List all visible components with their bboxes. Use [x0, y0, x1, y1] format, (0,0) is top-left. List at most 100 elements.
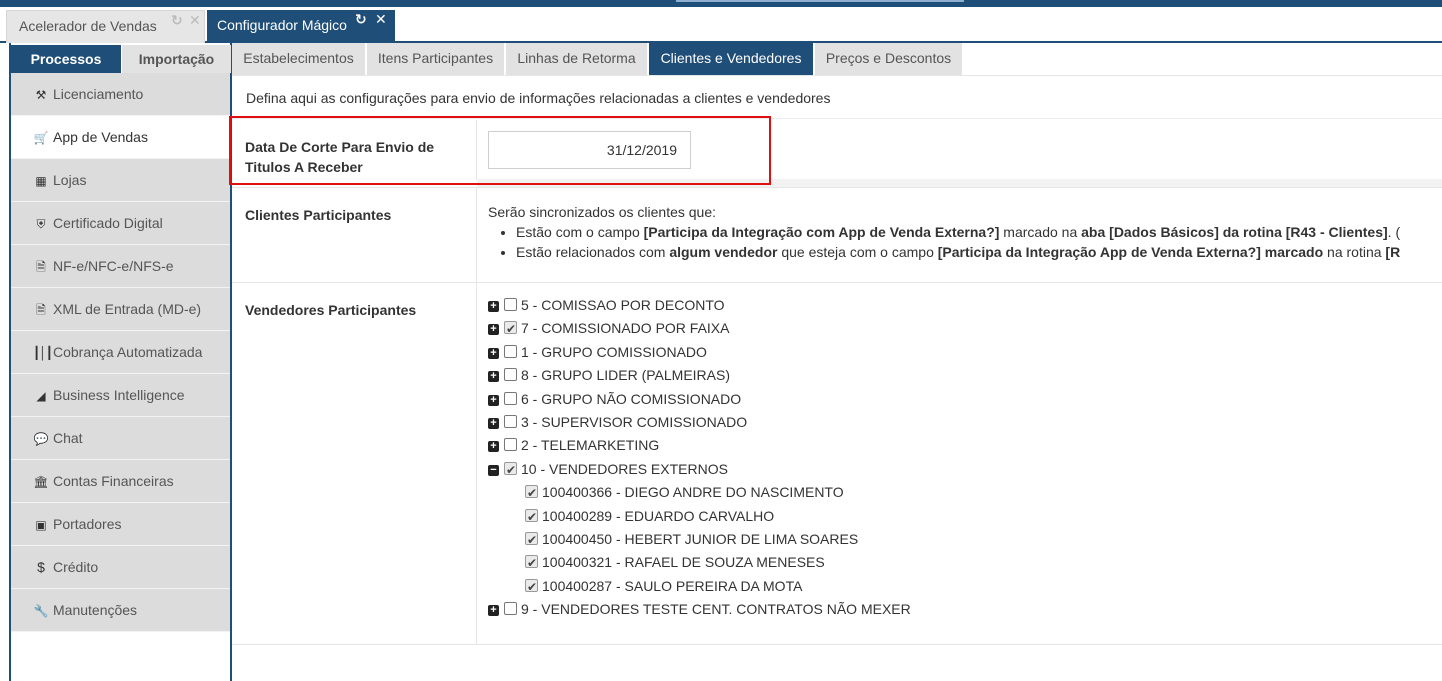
tab-processos[interactable]: Processos [11, 45, 121, 73]
sidebar-item-label: Chat [53, 430, 83, 446]
sidebar-item-xml-de-entrada[interactable]: 🗎 XML de Entrada (MD-e) [11, 288, 230, 331]
sellers-tree: +5 - COMISSAO POR DECONTO +7 - COMISSION… [488, 295, 1438, 622]
tab-importacao[interactable]: Importação [121, 45, 231, 73]
checkbox[interactable] [504, 319, 517, 339]
expand-icon[interactable]: + [488, 347, 499, 359]
group-label: 9 - VENDEDORES TESTE CENT. CONTRATOS NÃO… [521, 601, 911, 618]
seller-label: 100400287 - SAULO PEREIRA DA MOTA [542, 577, 803, 594]
seller-label: 100400321 - RAFAEL DE SOUZA MENESES [542, 554, 825, 571]
tab-itens-participantes[interactable]: Itens Participantes [367, 43, 505, 75]
tab-estabelecimentos[interactable]: Estabelecimentos [232, 43, 366, 75]
group-label: 2 - TELEMARKETING [521, 437, 660, 454]
sidebar-item-chat[interactable]: 💬 Chat [11, 417, 230, 460]
refresh-icon[interactable]: ↻ [355, 10, 367, 28]
expand-icon[interactable]: + [488, 394, 499, 406]
checkbox[interactable] [525, 577, 538, 597]
tree-node: +3 - SUPERVISOR COMISSIONADO [488, 412, 1438, 435]
document-icon: 🗎 [36, 260, 46, 274]
checkbox[interactable] [504, 298, 517, 311]
refresh-icon[interactable]: ↻ [171, 11, 183, 29]
sidebar-item-label: XML de Entrada (MD-e) [53, 301, 202, 317]
expand-icon[interactable]: + [488, 324, 499, 336]
checkbox[interactable] [525, 530, 538, 550]
tab-clientes-e-vendedores[interactable]: Clientes e Vendedores [649, 43, 814, 75]
top-bar-accent [676, 0, 964, 2]
expand-icon[interactable]: + [488, 371, 499, 383]
tab-acelerador-de-vendas[interactable]: Acelerador de Vendas ↻ ✕ [6, 10, 205, 43]
expand-icon[interactable]: + [488, 605, 499, 617]
checkbox[interactable] [525, 553, 538, 573]
row-divider [232, 187, 1442, 188]
group-label: 6 - GRUPO NÃO COMISSIONADO [521, 390, 742, 407]
checkbox[interactable] [504, 368, 517, 382]
sidebar-item-certificado-digital[interactable]: ⛨ Certificado Digital [11, 202, 230, 245]
dollar-icon: $ [37, 559, 45, 575]
rule-text: na rotina [1323, 244, 1386, 260]
group-label: 8 - GRUPO LIDER (PALMEIRAS) [521, 367, 731, 384]
tab-label: Configurador Mágico [217, 17, 347, 33]
sidebar-item-credito[interactable]: $ Crédito [11, 546, 230, 589]
sidebar-item-licenciamento[interactable]: ⚒ Licenciamento [11, 73, 230, 116]
checkbox[interactable] [504, 391, 517, 405]
sidebar-item-business-intelligence[interactable]: ◢ Business Intelligence [11, 374, 230, 417]
sidebar-item-nfe[interactable]: 🗎 NF-e/NFC-e/NFS-e [11, 245, 230, 288]
sidebar-item-portadores[interactable]: ▣ Portadores [11, 503, 230, 546]
sidebar-item-manutencoes[interactable]: 🔧 Manutenções [11, 589, 230, 632]
sidebar-item-contas-financeiras[interactable]: 🏛 Contas Financeiras [11, 460, 230, 503]
group-label: 1 - GRUPO COMISSIONADO [521, 343, 707, 360]
tree-child-node: 100400287 - SAULO PEREIRA DA MOTA [488, 576, 1438, 599]
expand-icon[interactable]: + [488, 441, 499, 453]
column-divider [476, 188, 477, 282]
tab-linhas-de-retorma[interactable]: Linhas de Retorma [506, 43, 648, 75]
clients-label: Clientes Participantes [245, 207, 392, 223]
left-panel: Processos Importação ⚒ Licenciamento 🛒 App… [9, 43, 232, 681]
rule-text: Estão com o campo [516, 224, 644, 240]
tree-child-node: 100400450 - HEBERT JUNIOR DE LIMA SOARES [488, 529, 1438, 552]
expand-icon[interactable]: + [488, 417, 499, 429]
sellers-label: Vendedores Participantes [245, 302, 417, 318]
column-divider [476, 120, 477, 180]
checkbox[interactable] [504, 344, 517, 358]
rule-routine: aba [Dados Básicos] da rotina [R43 - Cli… [1081, 224, 1388, 240]
checkbox[interactable] [525, 483, 538, 503]
rule-field: [Participa da Integração com App de Vend… [643, 224, 1000, 240]
left-panel-tabs: Processos Importação [11, 45, 231, 73]
tree-node: +8 - GRUPO LIDER (PALMEIRAS) [488, 365, 1438, 388]
tab-configurador-magico[interactable]: Configurador Mágico ↻ ✕ [207, 10, 395, 43]
checkbox[interactable] [525, 507, 538, 527]
clients-rules: Serão sincronizados os clientes que: Est… [488, 202, 1442, 262]
sidebar-item-app-de-vendas[interactable]: 🛒 App de Vendas [11, 116, 230, 159]
checkbox[interactable] [504, 414, 517, 428]
close-icon[interactable]: ✕ [189, 11, 201, 29]
checkbox[interactable] [504, 602, 517, 616]
highlight-box [229, 116, 771, 185]
clients-rule-2: Estão relacionados com algum vendedor qu… [516, 242, 1442, 262]
clients-intro: Serão sincronizados os clientes que: [488, 204, 717, 220]
column-divider [476, 283, 477, 644]
tree-node: +1 - GRUPO COMISSIONADO [488, 342, 1438, 365]
row-divider [232, 282, 1442, 283]
sidebar-item-lojas[interactable]: ▦ Lojas [11, 159, 230, 202]
rule-field: [Participa da Integração App de Venda Ex… [937, 244, 1324, 260]
sidebar-menu: ⚒ Licenciamento 🛒 App de Vendas ▦ Lojas ⛨ Ce… [11, 73, 230, 632]
rule-routine: [R [1385, 244, 1401, 260]
tree-child-node: 100400289 - EDUARDO CARVALHO [488, 506, 1438, 529]
top-app-bar [0, 0, 1442, 7]
seller-label: 100400450 - HEBERT JUNIOR DE LIMA SOARES [542, 530, 859, 547]
sidebar-item-label: Cobrança Automatizada [53, 344, 203, 360]
sidebar-item-cobranca-automatizada[interactable]: ┃│┃Cobrança Automatizada [11, 331, 230, 374]
tab-precos-e-descontos[interactable]: Preços e Descontos [815, 43, 963, 75]
close-icon[interactable]: ✕ [375, 10, 387, 28]
tab-label: Acelerador de Vendas [19, 18, 157, 34]
window-tab-bar: Acelerador de Vendas ↻ ✕ Configurador Má… [0, 7, 1442, 43]
collapse-icon[interactable]: − [488, 464, 499, 476]
sidebar-item-label: Certificado Digital [53, 215, 163, 231]
expand-icon[interactable]: + [488, 301, 499, 312]
sidebar-item-label: Licenciamento [53, 86, 144, 102]
seller-label: 100400289 - EDUARDO CARVALHO [542, 507, 775, 524]
checkbox[interactable] [504, 460, 517, 480]
sidebar-item-label: App de Vendas [53, 129, 148, 145]
group-label: 5 - COMISSAO POR DECONTO [521, 297, 725, 313]
checkbox[interactable] [504, 438, 517, 452]
tree-child-node: 100400366 - DIEGO ANDRE DO NASCIMENTO [488, 482, 1438, 505]
